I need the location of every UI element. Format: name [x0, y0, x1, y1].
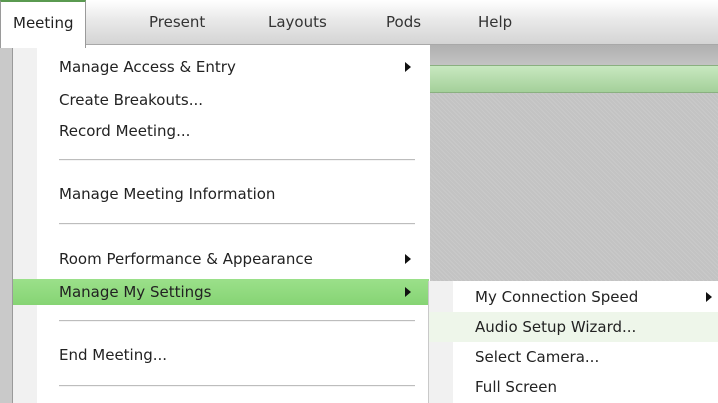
submenu-item-label: Full Screen: [475, 378, 557, 396]
menu-item-manage-meeting-info[interactable]: Manage Meeting Information: [13, 181, 429, 207]
menu-item-label: Create Breakouts...: [59, 91, 203, 109]
menu-meeting[interactable]: Meeting: [0, 0, 87, 48]
submenu-item-label: Select Camera...: [475, 348, 600, 366]
menu-item-label: Manage My Settings: [59, 283, 212, 301]
menu-item-create-breakouts[interactable]: Create Breakouts...: [13, 87, 429, 113]
menu-item-manage-my-settings[interactable]: Manage My Settings: [13, 279, 429, 305]
submenu-item-label: Audio Setup Wizard...: [475, 318, 637, 336]
pod-title-bar: [418, 65, 718, 93]
menu-separator: [59, 320, 415, 322]
menu-item-label: Room Performance & Appearance: [59, 250, 313, 268]
submenu-arrow-icon: [405, 254, 411, 264]
submenu-item-select-camera[interactable]: Select Camera...: [429, 342, 718, 372]
submenu-arrow-icon: [405, 287, 411, 297]
menu-separator: [59, 385, 415, 387]
room-top-shade: [418, 45, 718, 65]
menu-bar: Meeting Present Layouts Pods Help: [0, 0, 718, 48]
menu-item-label: End Meeting...: [59, 346, 168, 364]
submenu-item-audio-setup-wizard[interactable]: Audio Setup Wizard...: [429, 312, 718, 342]
submenu-arrow-icon: [405, 62, 411, 72]
menu-layouts[interactable]: Layouts: [268, 0, 327, 45]
menu-item-label: Record Meeting...: [59, 122, 191, 140]
menu-item-record-meeting[interactable]: Record Meeting...: [13, 118, 429, 144]
menu-separator: [59, 159, 415, 161]
submenu-item-label: My Connection Speed: [475, 288, 639, 306]
menu-item-label: Manage Meeting Information: [59, 185, 276, 203]
menu-item-room-performance[interactable]: Room Performance & Appearance: [13, 246, 429, 272]
menu-separator: [59, 223, 415, 225]
menu-item-manage-access[interactable]: Manage Access & Entry: [13, 54, 429, 80]
menu-help[interactable]: Help: [478, 0, 512, 45]
menu-pods[interactable]: Pods: [386, 0, 421, 45]
submenu-item-full-screen[interactable]: Full Screen: [429, 372, 718, 402]
menu-item-label: Manage Access & Entry: [59, 58, 236, 76]
menu-present[interactable]: Present: [149, 0, 205, 45]
menu-item-end-meeting[interactable]: End Meeting...: [13, 342, 429, 368]
meeting-dropdown-menu: Manage Access & Entry Create Breakouts..…: [12, 45, 430, 403]
submenu-item-connection-speed[interactable]: My Connection Speed: [429, 282, 718, 312]
submenu-arrow-icon: [706, 292, 712, 302]
manage-my-settings-submenu: My Connection Speed Audio Setup Wizard..…: [428, 281, 718, 403]
